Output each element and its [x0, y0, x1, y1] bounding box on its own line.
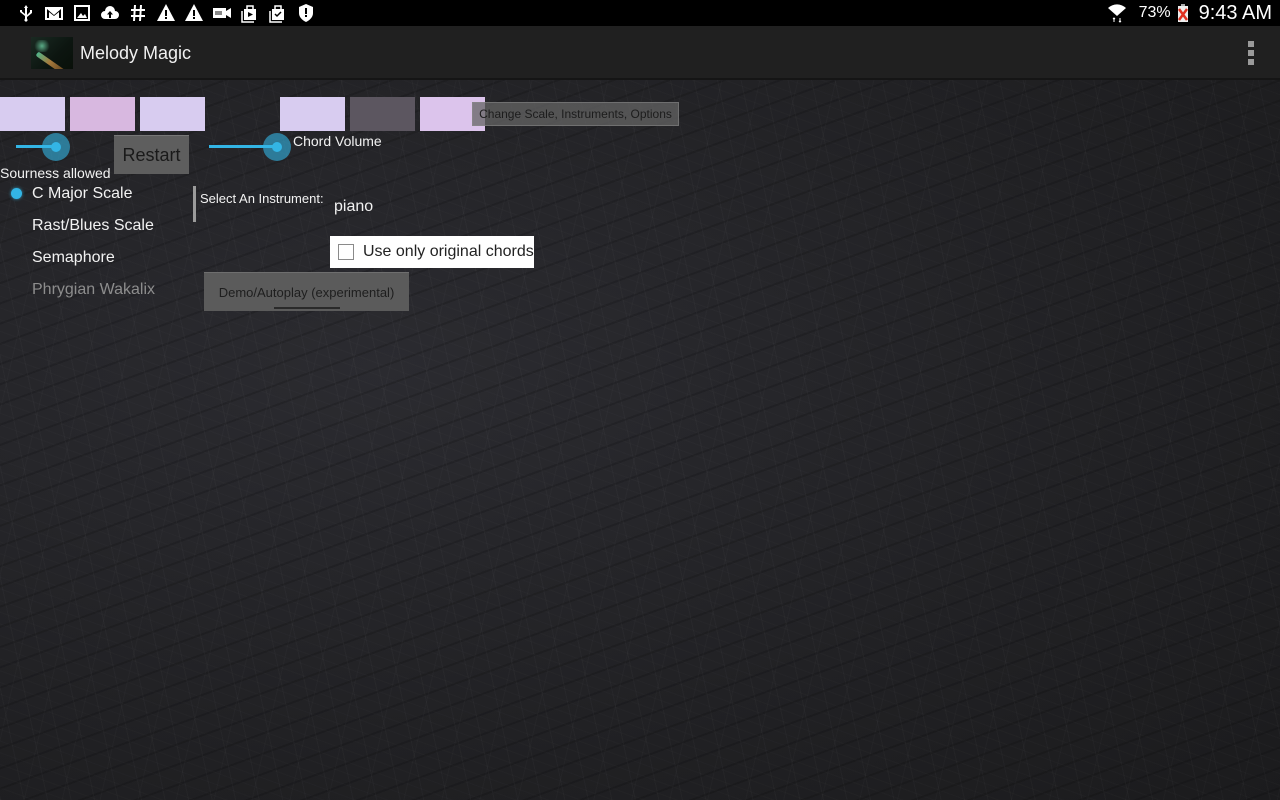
slider-thumb[interactable]	[42, 133, 70, 161]
notification-icons	[12, 2, 320, 24]
instrument-label: Select An Instrument:	[200, 191, 324, 206]
note-swatch-1[interactable]	[0, 97, 65, 131]
magic-wand-icon	[31, 37, 73, 69]
warning-icon	[180, 2, 208, 24]
hash-icon	[124, 2, 152, 24]
scale-option-phrygian-wakalix[interactable]: Phrygian Wakalix	[0, 274, 190, 306]
instrument-spinner[interactable]: piano	[334, 198, 373, 216]
warning-icon	[152, 2, 180, 24]
slider-thumb[interactable]	[263, 133, 291, 161]
note-swatch-2[interactable]	[70, 97, 135, 131]
chord-volume-label: Chord Volume	[293, 133, 382, 149]
scale-option-c-major[interactable]: C Major Scale	[0, 178, 190, 210]
note-swatch-3[interactable]	[140, 97, 205, 131]
wifi-icon	[1103, 2, 1131, 24]
system-status: 73% 9:43 AM	[1103, 2, 1272, 25]
scale-option-rast-blues[interactable]: Rast/Blues Scale	[0, 210, 190, 242]
battery-percent: 73%	[1138, 4, 1171, 21]
scale-option-semaphore[interactable]: Semaphore	[0, 242, 190, 274]
overflow-menu-icon[interactable]	[1246, 41, 1256, 65]
restart-button[interactable]: Restart	[114, 135, 189, 174]
sourness-slider[interactable]	[16, 132, 72, 162]
scale-list: C Major Scale Rast/Blues Scale Semaphore…	[0, 178, 190, 306]
usb-icon	[12, 2, 40, 24]
original-chords-label: Use only original chords	[363, 243, 534, 260]
battery-charging-icon	[1175, 2, 1191, 24]
gallery-icon	[68, 2, 96, 24]
status-bar: 73% 9:43 AM	[0, 0, 1280, 26]
video-camera-icon	[208, 2, 236, 24]
radio-selected-icon	[11, 188, 22, 199]
note-swatch-5[interactable]	[350, 97, 415, 131]
scale-list-scrollbar[interactable]	[193, 186, 196, 222]
play-store-icon	[236, 2, 264, 24]
action-bar: Melody Magic	[0, 26, 1280, 80]
clock: 9:43 AM	[1198, 1, 1272, 24]
app-title: Melody Magic	[80, 43, 192, 63]
shield-alert-icon	[292, 2, 320, 24]
checkbox-unchecked-icon[interactable]	[338, 244, 354, 260]
cloud-upload-icon	[96, 2, 124, 24]
main-content: Change Scale, Instruments, Options Sourn…	[0, 80, 1280, 800]
focus-underline	[274, 307, 340, 309]
demo-autoplay-button[interactable]: Demo/Autoplay (experimental)	[204, 272, 409, 311]
task-done-icon	[264, 2, 292, 24]
original-chords-checkbox[interactable]: Use only original chords	[330, 236, 534, 268]
gmail-icon	[40, 2, 68, 24]
chord-volume-slider[interactable]	[209, 132, 291, 162]
note-swatch-4[interactable]	[280, 97, 345, 131]
change-options-button[interactable]: Change Scale, Instruments, Options	[472, 102, 679, 126]
